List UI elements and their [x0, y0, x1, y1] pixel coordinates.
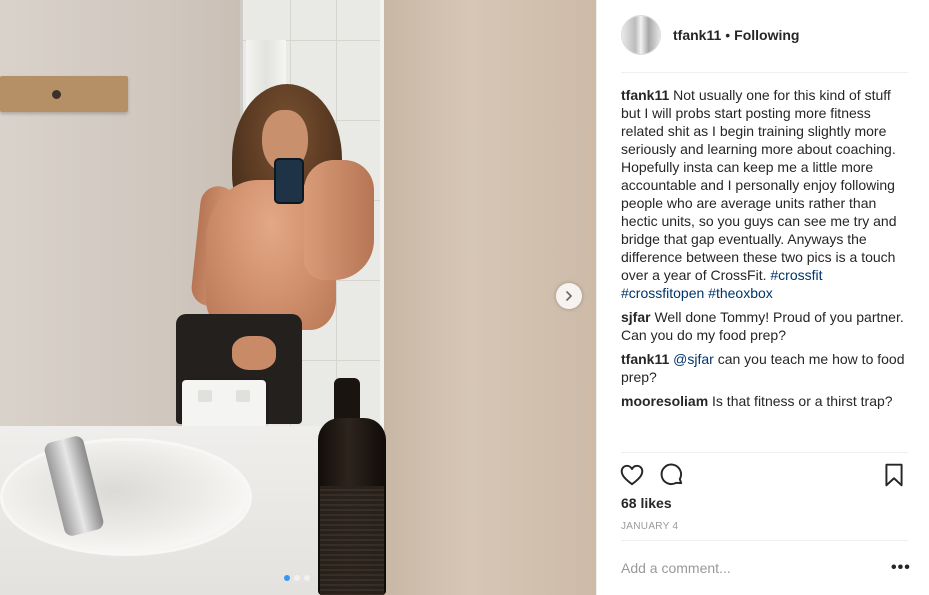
hashtag-link[interactable]: #theoxbox — [708, 285, 773, 301]
comment-text: Is that fitness or a thirst trap? — [712, 393, 893, 409]
comment-username[interactable]: tfank11 — [621, 351, 669, 367]
divider — [621, 452, 908, 453]
following-button[interactable]: Following — [734, 27, 799, 43]
caption: tfank11 Not usually one for this kind of… — [621, 86, 908, 302]
hashtag-link[interactable]: #crossfitopen — [621, 285, 704, 301]
comment: sjfar Well done Tommy! Proud of you part… — [621, 308, 908, 344]
header-username[interactable]: tfank11 — [673, 27, 721, 43]
add-comment-input[interactable] — [621, 560, 881, 576]
mention-link[interactable]: @sjfar — [673, 351, 714, 367]
divider — [621, 540, 908, 541]
post-panel: tfank11 • Following tfank11 Not usually … — [596, 0, 929, 595]
hashtag-link[interactable]: #crossfit — [770, 267, 822, 283]
wooden-shelf — [0, 76, 128, 112]
comment-username[interactable]: mooresoliam — [621, 393, 708, 409]
post-photo[interactable] — [0, 0, 596, 595]
separator: • — [725, 27, 731, 43]
heart-icon[interactable] — [619, 462, 645, 488]
caption-text: Not usually one for this kind of stuff b… — [621, 87, 897, 283]
divider — [621, 72, 908, 73]
post-date[interactable]: JANUARY 4 — [621, 521, 678, 532]
comments-section: tfank11 Not usually one for this kind of… — [621, 86, 908, 416]
post-header: tfank11 • Following — [621, 14, 799, 56]
carousel-next-button[interactable] — [556, 283, 582, 309]
caption-username[interactable]: tfank11 — [621, 87, 669, 103]
avatar[interactable] — [621, 15, 661, 55]
comment: tfank11 @sjfar can you teach me how to f… — [621, 350, 908, 386]
carousel-indicator — [284, 575, 310, 581]
comment-username[interactable]: sjfar — [621, 309, 651, 325]
comment: mooresoliam Is that fitness or a thirst … — [621, 392, 908, 410]
carousel-dot — [284, 575, 290, 581]
phone — [274, 158, 304, 204]
chevron-right-icon — [566, 291, 573, 301]
carousel-dot — [294, 575, 300, 581]
bookmark-icon[interactable] — [881, 462, 907, 488]
comment-icon[interactable] — [659, 462, 685, 488]
comment-text: Well done Tommy! Proud of you partner. C… — [621, 309, 904, 343]
sink — [0, 438, 252, 556]
carousel-dot — [304, 575, 310, 581]
more-options-icon[interactable]: ••• — [891, 560, 911, 576]
action-bar — [619, 462, 910, 488]
likes-count[interactable]: 68 likes — [621, 495, 672, 511]
